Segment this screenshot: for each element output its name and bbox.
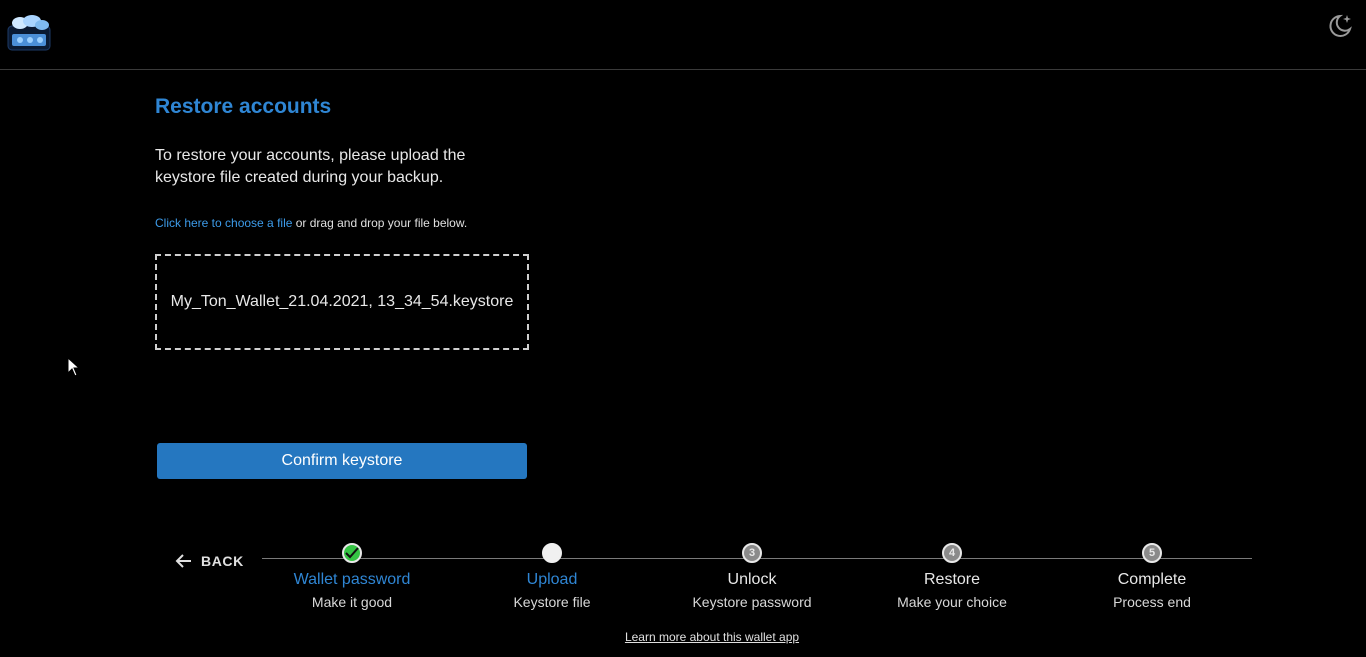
step-label: Upload xyxy=(526,571,578,588)
step-sublabel: Keystore file xyxy=(513,594,591,610)
step-sublabel: Process end xyxy=(1113,594,1191,610)
step-label: Unlock xyxy=(727,571,777,588)
upload-hint: Click here to choose a file or drag and … xyxy=(155,216,467,230)
step-sublabel: Make your choice xyxy=(897,594,1007,610)
step-sublabel: Make it good xyxy=(311,594,393,610)
top-bar xyxy=(0,0,1366,70)
hint-suffix: or drag and drop your file below. xyxy=(292,216,468,230)
step-complete[interactable]: 5 Complete Process end xyxy=(1062,543,1242,610)
step-number: 5 xyxy=(1142,543,1162,563)
description-text: To restore your accounts, please upload … xyxy=(155,147,466,186)
learn-more-container: Learn more about this wallet app xyxy=(0,628,1366,646)
moon-star-icon[interactable] xyxy=(1326,12,1354,40)
step-wallet-password[interactable]: Wallet password Make it good xyxy=(262,543,442,610)
back-button[interactable]: BACK xyxy=(175,549,244,573)
step-sublabel: Keystore password xyxy=(692,594,812,610)
step-label: Complete xyxy=(1117,571,1187,588)
confirm-keystore-button[interactable]: Confirm keystore xyxy=(157,443,527,479)
step-number: 3 xyxy=(742,543,762,563)
wallet-cloud-logo-icon[interactable] xyxy=(6,14,52,52)
learn-more-link[interactable]: Learn more about this wallet app xyxy=(625,630,799,644)
step-upload[interactable]: 2 Upload Keystore file xyxy=(462,543,642,610)
mouse-cursor-icon xyxy=(67,357,81,377)
step-unlock[interactable]: 3 Unlock Keystore password xyxy=(662,543,842,610)
choose-file-link[interactable]: Click here to choose a file xyxy=(155,216,292,230)
step-restore[interactable]: 4 Restore Make your choice xyxy=(862,543,1042,610)
page-title: Restore accounts xyxy=(155,95,332,118)
file-dropzone[interactable]: My_Ton_Wallet_21.04.2021, 13_34_54.keyst… xyxy=(155,254,529,350)
step-number: 4 xyxy=(942,543,962,563)
step-label: Restore xyxy=(923,571,981,588)
back-label: BACK xyxy=(201,553,244,569)
step-number: 2 xyxy=(542,543,562,563)
check-icon xyxy=(342,543,362,563)
step-label: Wallet password xyxy=(293,571,411,588)
arrow-left-icon xyxy=(175,554,191,568)
selected-file-name: My_Ton_Wallet_21.04.2021, 13_34_54.keyst… xyxy=(170,293,514,310)
